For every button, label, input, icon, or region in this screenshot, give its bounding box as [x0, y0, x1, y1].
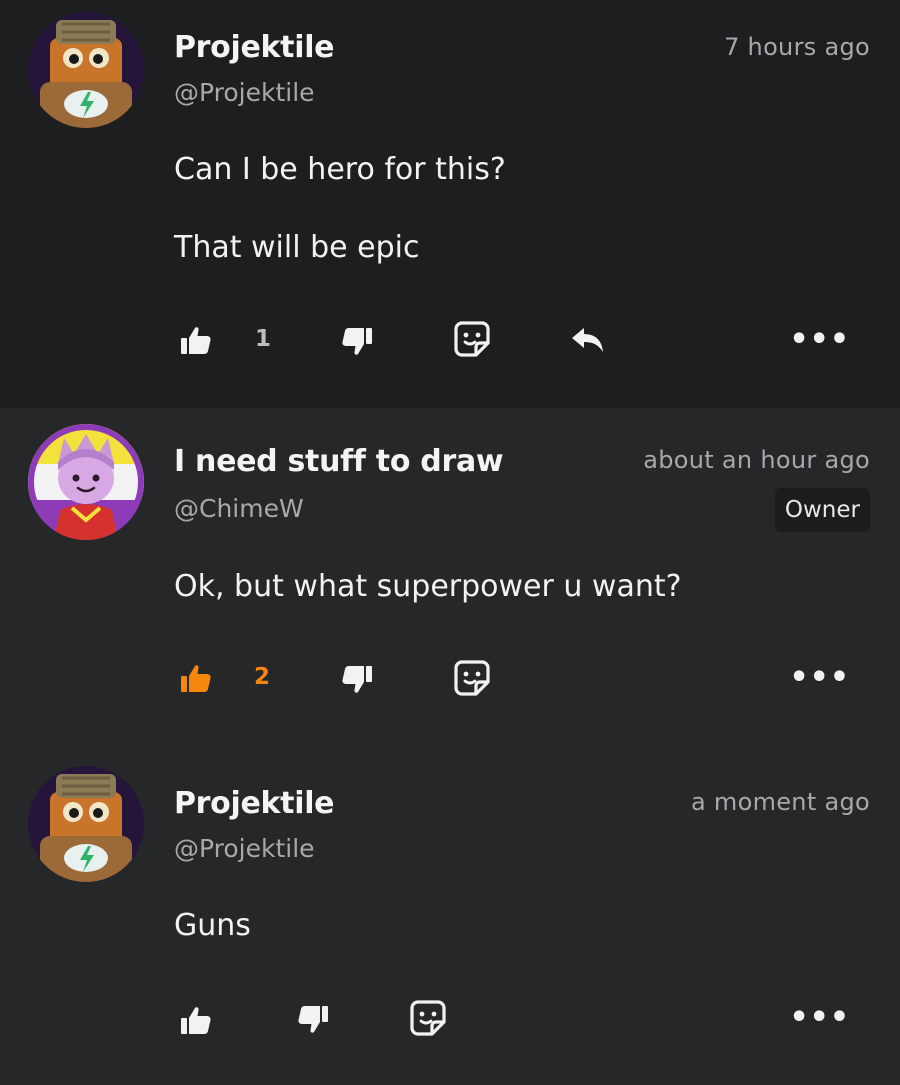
reply-button[interactable]	[570, 326, 606, 354]
purple-character-avatar-icon[interactable]	[28, 424, 144, 540]
comment-handle[interactable]: @ChimeW	[174, 494, 304, 523]
dislike-icon	[341, 664, 373, 696]
sticker-button[interactable]	[410, 1000, 446, 1036]
more-options-button[interactable]: •••	[789, 660, 850, 695]
like-button[interactable]	[180, 662, 212, 694]
comment-timestamp: about an hour ago	[643, 446, 870, 474]
comment-handle[interactable]: @Projektile	[174, 834, 315, 863]
reply-icon	[570, 326, 606, 354]
dislike-button[interactable]	[341, 664, 373, 696]
sticker-button[interactable]	[454, 321, 490, 357]
like-count: 1	[255, 326, 272, 352]
comment-author[interactable]: I need stuff to draw	[174, 444, 504, 479]
sticker-button[interactable]	[454, 660, 490, 696]
more-options-button[interactable]: •••	[789, 1000, 850, 1035]
robot-cat-avatar-icon[interactable]	[28, 12, 144, 128]
comment-handle[interactable]: @Projektile	[174, 78, 315, 107]
sticker-icon	[454, 321, 490, 357]
dislike-icon	[341, 326, 373, 358]
comment-author[interactable]: Projektile	[174, 30, 335, 65]
comment-author[interactable]: Projektile	[174, 786, 335, 821]
comment-item: Projektile @Projektile 7 hours ago Can I…	[0, 0, 900, 408]
like-button[interactable]	[180, 1004, 212, 1036]
comment-body-line: Guns	[174, 908, 251, 943]
dislike-button[interactable]	[341, 326, 373, 358]
owner-badge: Owner	[774, 488, 870, 532]
like-count: 2	[254, 664, 271, 690]
comment-item: I need stuff to draw @ChimeW about an ho…	[0, 408, 900, 750]
like-icon	[180, 1004, 212, 1036]
dislike-icon	[297, 1004, 329, 1036]
comment-body-line: That will be epic	[174, 230, 420, 265]
more-options-button[interactable]: •••	[789, 322, 850, 357]
comment-timestamp: a moment ago	[690, 788, 870, 816]
comment-body-line: Can I be hero for this?	[174, 152, 506, 187]
sticker-icon	[454, 660, 490, 696]
comment-body-line: Ok, but what superpower u want?	[174, 569, 682, 604]
dislike-button[interactable]	[297, 1004, 329, 1036]
comment-item: Projektile @Projektile a moment ago Guns…	[0, 750, 900, 1085]
comment-timestamp: 7 hours ago	[724, 33, 870, 61]
robot-cat-avatar-icon[interactable]	[28, 766, 144, 882]
like-button[interactable]	[180, 324, 212, 356]
like-icon	[180, 324, 212, 356]
like-icon	[180, 662, 212, 694]
sticker-icon	[410, 1000, 446, 1036]
